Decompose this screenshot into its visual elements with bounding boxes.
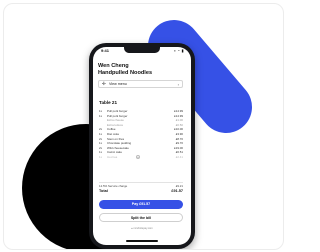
list-item: 1x Iced tea + £2.41 bbox=[99, 155, 183, 160]
phone-notch bbox=[124, 47, 160, 53]
item-name: Iced tea bbox=[107, 154, 118, 159]
restaurant-name-line2: Handpulled Noodles bbox=[98, 69, 153, 76]
fork-knife-icon: ✢ bbox=[102, 81, 106, 86]
item-price: £2.41 bbox=[175, 154, 183, 159]
view-menu-button[interactable]: ✢ View menu › bbox=[98, 80, 183, 88]
expand-toggle-icon[interactable]: + bbox=[136, 155, 140, 160]
chevron-right-icon: › bbox=[177, 81, 179, 87]
service-charge-row: 12.5% Service charge £9.21 bbox=[99, 184, 183, 188]
phone-screen: 9:41 ▪ ◔ ▮ Wen Cheng Handpulled Noodles … bbox=[93, 47, 191, 245]
item-qty: 1x bbox=[99, 154, 103, 159]
home-indicator[interactable] bbox=[126, 240, 158, 242]
table-title: Table 21 bbox=[99, 100, 118, 105]
pay-button[interactable]: Pay £91.57 bbox=[99, 200, 183, 209]
service-charge-label: 12.5% Service charge bbox=[99, 184, 128, 188]
status-icons: ▪ ◔ ▮ bbox=[174, 48, 184, 53]
total-row: Total £91.57 bbox=[99, 189, 183, 194]
restaurant-title: Wen Cheng Handpulled Noodles bbox=[98, 63, 188, 76]
order-items-list: 1x Pull pork burger £14.99 1x Pull pork … bbox=[99, 109, 183, 160]
status-time: 9:41 bbox=[101, 48, 110, 53]
view-menu-label: View menu bbox=[109, 82, 127, 86]
phone-mockup: 9:41 ▪ ◔ ▮ Wen Cheng Handpulled Noodles … bbox=[89, 43, 195, 249]
total-amount: £91.57 bbox=[171, 189, 183, 193]
footer-link[interactable]: ● mrwholepay.com bbox=[93, 227, 191, 230]
total-label: Total bbox=[99, 189, 108, 193]
restaurant-name-line1: Wen Cheng bbox=[98, 63, 129, 69]
showcase-card: 9:41 ▪ ◔ ▮ Wen Cheng Handpulled Noodles … bbox=[3, 3, 284, 250]
split-bill-button[interactable]: Split the bill bbox=[99, 213, 183, 222]
divider bbox=[99, 182, 183, 183]
service-charge-amount: £9.21 bbox=[175, 184, 183, 188]
